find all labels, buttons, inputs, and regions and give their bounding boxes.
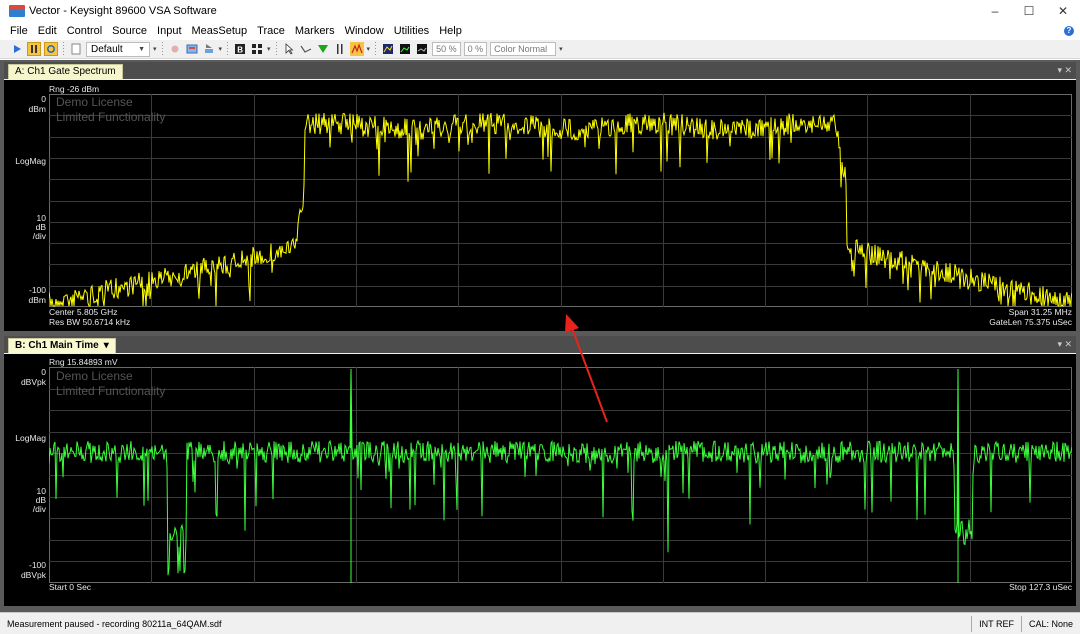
calibration-status: CAL: None <box>1020 615 1080 632</box>
title-bar: Vector - Keysight 89600 VSA Software – ☐… <box>0 0 1080 22</box>
status-message: Measurement paused - recording 80211a_64… <box>7 618 222 629</box>
toolbar-separator <box>375 42 377 56</box>
menu-trace[interactable]: Trace <box>252 22 290 40</box>
reference-status: INT REF <box>971 615 1021 632</box>
layout-grid-icon[interactable] <box>250 42 264 56</box>
preset-select[interactable]: Default ▼ <box>86 41 150 57</box>
menu-utilities[interactable]: Utilities <box>389 22 434 40</box>
menu-bar: File Edit Control Source Input MeasSetup… <box>0 22 1080 40</box>
window-title: Vector - Keysight 89600 VSA Software <box>29 5 217 17</box>
preset-select-value: Default <box>91 43 123 55</box>
marker-peak-icon[interactable] <box>349 42 364 56</box>
toolbar-overflow-icon[interactable]: ▾ <box>153 45 157 53</box>
app-logo-icon <box>9 5 25 17</box>
settings-icon[interactable] <box>185 42 199 56</box>
tools-icon[interactable] <box>202 42 216 56</box>
menu-meassetup[interactable]: MeasSetup <box>187 22 253 40</box>
pointer-icon[interactable] <box>282 42 296 56</box>
maximize-button[interactable]: ☐ <box>1012 0 1046 22</box>
toolbar-separator <box>227 42 229 56</box>
record-icon[interactable] <box>168 42 182 56</box>
marker-icon[interactable] <box>316 42 330 56</box>
arrow-head <box>565 314 579 333</box>
document-icon[interactable] <box>69 42 83 56</box>
measurement-area: A: Ch1 Gate Spectrum ▾ ✕ Rng -26 dBm 0 d… <box>0 60 1080 612</box>
menu-source[interactable]: Source <box>107 22 152 40</box>
window-controls: – ☐ ✕ <box>978 0 1080 22</box>
menu-markers[interactable]: Markers <box>290 22 340 40</box>
toolbar: Default ▼ ▾ ▾ B ▾ ▾ 50 % 0 % Color Norma… <box>0 40 1080 59</box>
menu-edit[interactable]: Edit <box>33 22 62 40</box>
display-mono-icon[interactable] <box>415 42 429 56</box>
status-bar: Measurement paused - recording 80211a_64… <box>0 612 1080 634</box>
help-icon[interactable]: ? <box>1064 26 1074 36</box>
restart-icon[interactable] <box>44 42 58 56</box>
bars-icon[interactable] <box>333 42 347 56</box>
toolbar-separator <box>275 42 277 56</box>
chevron-down-icon: ▼ <box>138 45 145 53</box>
percent-a-field[interactable]: 50 % <box>432 42 461 56</box>
menu-file[interactable]: File <box>5 22 33 40</box>
toolbar-overflow-icon[interactable]: ▾ <box>559 45 563 53</box>
color-icon[interactable] <box>381 42 395 56</box>
pause-icon[interactable] <box>27 42 41 56</box>
toolbar-overflow-icon[interactable]: ▾ <box>267 45 271 53</box>
arrow-shaft <box>571 327 608 423</box>
vsa-app-window: Vector - Keysight 89600 VSA Software – ☐… <box>0 0 1080 634</box>
toolbar-overflow-icon[interactable]: ▾ <box>367 45 371 53</box>
minimize-button[interactable]: – <box>978 0 1012 22</box>
trace-select-icon[interactable] <box>299 42 313 56</box>
display-dark-icon[interactable] <box>398 42 412 56</box>
play-icon[interactable] <box>10 42 24 56</box>
menu-input[interactable]: Input <box>152 22 186 40</box>
toolbar-separator <box>161 42 163 56</box>
color-scheme-field[interactable]: Color Normal <box>490 42 557 56</box>
bold-b-icon[interactable]: B <box>233 42 247 56</box>
toolbar-overflow-icon[interactable]: ▾ <box>219 45 223 53</box>
annotation-arrow <box>565 314 608 423</box>
close-button[interactable]: ✕ <box>1046 0 1080 22</box>
svg-text:B: B <box>237 46 243 55</box>
menu-help[interactable]: Help <box>434 22 467 40</box>
menu-control[interactable]: Control <box>62 22 107 40</box>
menu-window[interactable]: Window <box>340 22 389 40</box>
toolbar-separator <box>63 42 64 56</box>
percent-b-field[interactable]: 0 % <box>463 42 488 56</box>
